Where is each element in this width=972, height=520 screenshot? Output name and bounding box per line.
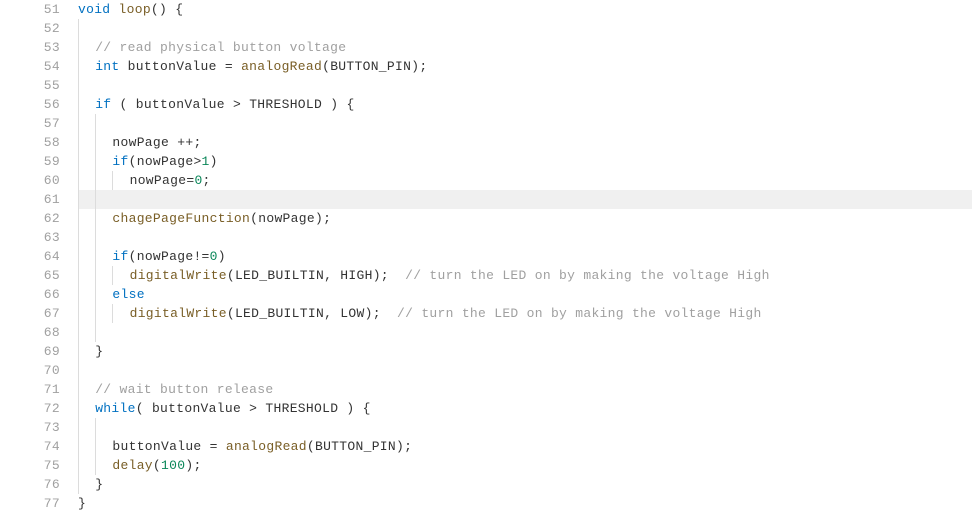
code-line[interactable]: while( buttonValue > THRESHOLD ) {	[78, 399, 972, 418]
code-line[interactable]: nowPage ++;	[78, 133, 972, 152]
line-number: 62	[0, 209, 60, 228]
line-number: 58	[0, 133, 60, 152]
line-number: 52	[0, 19, 60, 38]
code-line[interactable]: // read physical button voltage	[78, 38, 972, 57]
code-line[interactable]: chagePageFunction(nowPage);	[78, 209, 972, 228]
line-number: 51	[0, 0, 60, 19]
code-line[interactable]: nowPage=0;	[78, 171, 972, 190]
code-line[interactable]: }	[78, 342, 972, 361]
code-line[interactable]: if(nowPage>1)	[78, 152, 972, 171]
code-line[interactable]: digitalWrite(LED_BUILTIN, LOW); // turn …	[78, 304, 972, 323]
code-line[interactable]: // wait button release	[78, 380, 972, 399]
line-number: 72	[0, 399, 60, 418]
line-number: 57	[0, 114, 60, 133]
code-line[interactable]	[78, 114, 972, 133]
code-line-active[interactable]	[78, 190, 972, 209]
code-line[interactable]: buttonValue = analogRead(BUTTON_PIN);	[78, 437, 972, 456]
code-line[interactable]	[78, 76, 972, 95]
line-number: 69	[0, 342, 60, 361]
line-number: 54	[0, 57, 60, 76]
line-number: 55	[0, 76, 60, 95]
line-number: 59	[0, 152, 60, 171]
code-line[interactable]: delay(100);	[78, 456, 972, 475]
code-area[interactable]: void loop() { // read physical button vo…	[78, 0, 972, 513]
code-editor[interactable]: 51 52 53 54 55 56 57 58 59 60 61 62 63 6…	[0, 0, 972, 513]
line-number: 65	[0, 266, 60, 285]
line-number: 77	[0, 494, 60, 513]
line-number: 76	[0, 475, 60, 494]
line-number-gutter: 51 52 53 54 55 56 57 58 59 60 61 62 63 6…	[0, 0, 78, 513]
code-line[interactable]	[78, 323, 972, 342]
code-line[interactable]	[78, 361, 972, 380]
line-number: 60	[0, 171, 60, 190]
code-line[interactable]: int buttonValue = analogRead(BUTTON_PIN)…	[78, 57, 972, 76]
line-number: 63	[0, 228, 60, 247]
code-line[interactable]: }	[78, 494, 972, 513]
code-line[interactable]	[78, 228, 972, 247]
line-number: 66	[0, 285, 60, 304]
code-line[interactable]: if(nowPage!=0)	[78, 247, 972, 266]
line-number: 70	[0, 361, 60, 380]
line-number: 53	[0, 38, 60, 57]
line-number: 56	[0, 95, 60, 114]
code-line[interactable]: digitalWrite(LED_BUILTIN, HIGH); // turn…	[78, 266, 972, 285]
line-number: 67	[0, 304, 60, 323]
line-number: 75	[0, 456, 60, 475]
line-number: 73	[0, 418, 60, 437]
code-line[interactable]: if ( buttonValue > THRESHOLD ) {	[78, 95, 972, 114]
line-number: 64	[0, 247, 60, 266]
code-line[interactable]	[78, 418, 972, 437]
line-number: 74	[0, 437, 60, 456]
line-number: 71	[0, 380, 60, 399]
code-line[interactable]: else	[78, 285, 972, 304]
code-line[interactable]	[78, 19, 972, 38]
code-line[interactable]: }	[78, 475, 972, 494]
line-number: 61	[0, 190, 60, 209]
line-number: 68	[0, 323, 60, 342]
code-line[interactable]: void loop() {	[78, 0, 972, 19]
